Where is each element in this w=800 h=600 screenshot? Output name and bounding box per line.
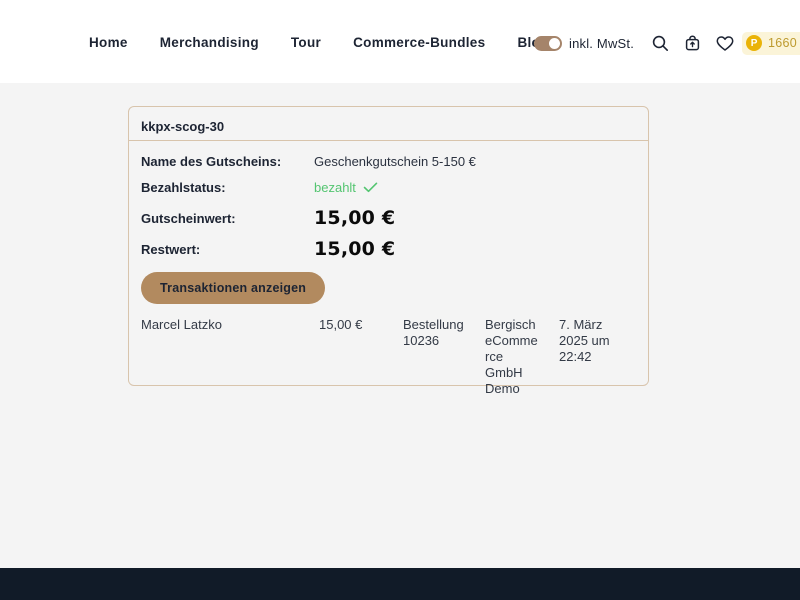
transaction-order: Bestellung 10236 xyxy=(403,317,485,397)
search-icon[interactable] xyxy=(651,34,670,53)
voucher-card: kkpx-scog-30 Name des Gutscheins: Gesche… xyxy=(128,106,649,386)
voucher-value-row: Gutscheinwert: 15,00 € xyxy=(141,205,636,231)
show-transactions-button[interactable]: Transaktionen anzeigen xyxy=(141,272,325,304)
points-icon: P xyxy=(746,35,762,51)
heart-icon[interactable] xyxy=(715,34,735,52)
voucher-name-label: Name des Gutscheins: xyxy=(141,154,314,169)
check-icon xyxy=(363,182,378,193)
voucher-name-value: Geschenkgutschein 5-150 € xyxy=(314,154,636,169)
header-controls: inkl. MwSt. P xyxy=(534,31,800,55)
points-badge[interactable]: P 1660 xyxy=(742,32,800,55)
voucher-card-header: kkpx-scog-30 xyxy=(129,107,648,141)
status-badge: bezahlt xyxy=(314,180,636,195)
points-value: 1660 xyxy=(768,36,797,50)
nav-item-home[interactable]: Home xyxy=(89,35,128,50)
rest-value-label: Restwert: xyxy=(141,242,314,257)
voucher-name-row: Name des Gutscheins: Geschenkgutschein 5… xyxy=(141,153,636,169)
transaction-shop: Bergisch eCommerce GmbH Demo xyxy=(485,317,559,397)
transaction-date: 7. März 2025 um 22:42 xyxy=(559,317,636,397)
transaction-row: Marcel Latzko 15,00 € Bestellung 10236 B… xyxy=(141,317,636,397)
voucher-card-body: Name des Gutscheins: Geschenkgutschein 5… xyxy=(129,141,648,397)
transaction-customer: Marcel Latzko xyxy=(141,317,319,397)
rest-value-row: Restwert: 15,00 € xyxy=(141,236,636,262)
page: Home Merchandising Tour Commerce-Bundles… xyxy=(0,0,800,600)
voucher-code: kkpx-scog-30 xyxy=(141,119,224,134)
footer-bar xyxy=(0,568,800,600)
payment-status-row: Bezahlstatus: bezahlt xyxy=(141,179,636,195)
main-content: kkpx-scog-30 Name des Gutscheins: Gesche… xyxy=(0,83,800,568)
main-nav: Home Merchandising Tour Commerce-Bundles… xyxy=(89,35,549,50)
transaction-amount: 15,00 € xyxy=(319,317,403,397)
voucher-value-amount: 15,00 € xyxy=(314,207,636,229)
voucher-value-label: Gutscheinwert: xyxy=(141,211,314,226)
shopping-bag-icon[interactable] xyxy=(683,34,702,53)
nav-item-commerce-bundles[interactable]: Commerce-Bundles xyxy=(353,35,485,50)
toggle-knob xyxy=(549,38,560,49)
payment-status-label: Bezahlstatus: xyxy=(141,180,314,195)
payment-status-value: bezahlt xyxy=(314,180,356,195)
vat-toggle-label: inkl. MwSt. xyxy=(569,36,634,51)
nav-item-tour[interactable]: Tour xyxy=(291,35,321,50)
nav-item-merchandising[interactable]: Merchandising xyxy=(160,35,259,50)
vat-toggle[interactable] xyxy=(534,36,562,51)
rest-value-amount: 15,00 € xyxy=(314,238,636,260)
top-nav-bar: Home Merchandising Tour Commerce-Bundles… xyxy=(0,0,800,83)
